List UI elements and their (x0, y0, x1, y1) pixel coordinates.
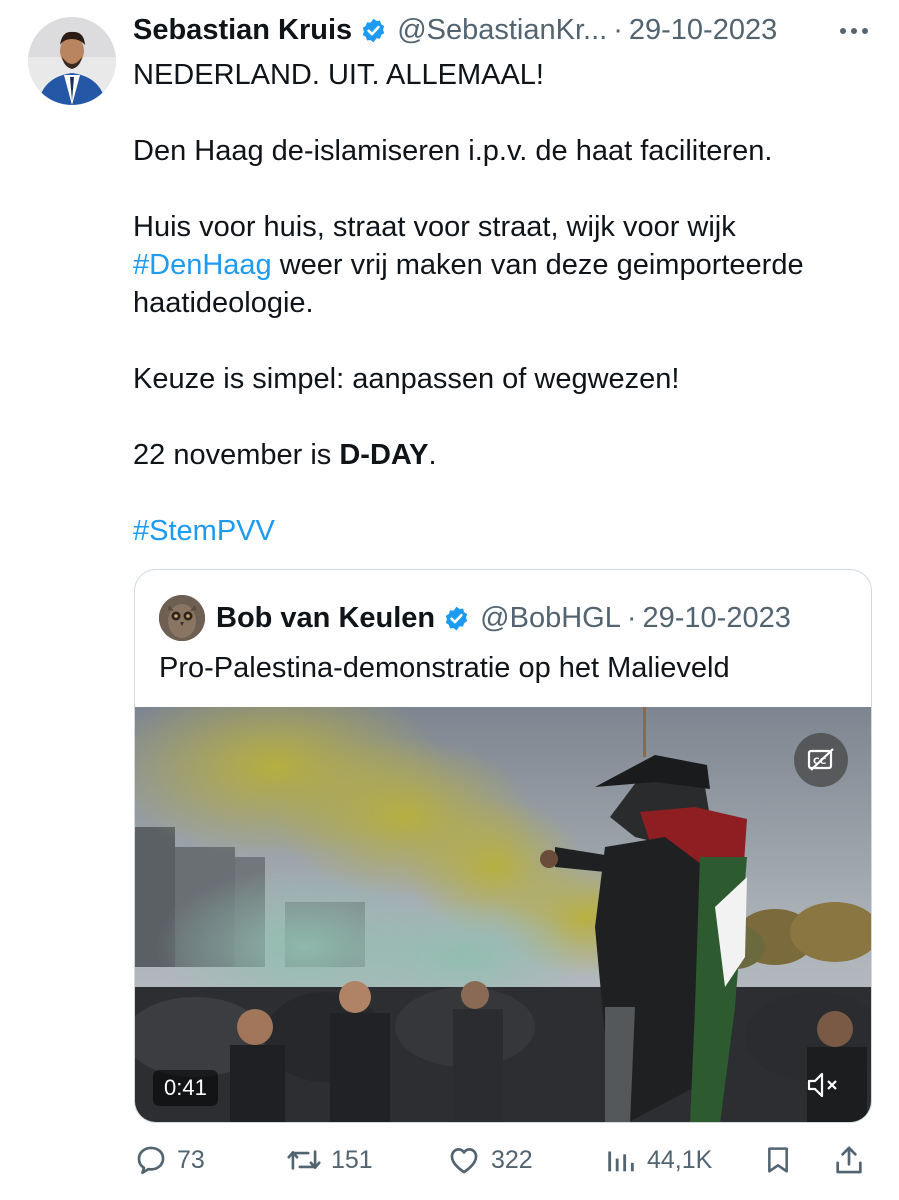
bookmark-icon (768, 1147, 788, 1173)
reply-icon (137, 1146, 165, 1175)
speaker-muted-icon (807, 1072, 837, 1098)
share-icon (836, 1146, 862, 1174)
text-line: 22 november is D-DAY. (133, 436, 873, 474)
quoted-author-name[interactable]: Bob van Keulen (216, 602, 435, 635)
author-avatar[interactable] (28, 17, 116, 105)
text-fragment: weer vrij maken van deze geimporteerde (279, 249, 804, 281)
bookmark-button[interactable] (762, 1138, 794, 1182)
text-fragment: 22 november is (133, 439, 332, 471)
text-line: #StemPVV (133, 512, 873, 550)
quoted-tweet-card[interactable]: Bob van Keulen @BobHGL · 29-10-2023 Pro-… (134, 569, 872, 1123)
like-button[interactable]: 322 (446, 1138, 533, 1182)
text-fragment: . (428, 439, 437, 471)
tweet-date[interactable]: 29-10-2023 (629, 14, 777, 47)
view-count: 44,1K (647, 1145, 713, 1174)
text-line: NEDERLAND. UIT. ALLEMAAL! (133, 59, 544, 91)
captions-button[interactable]: CC (794, 733, 848, 787)
reply-count: 73 (177, 1145, 205, 1174)
share-button[interactable] (832, 1138, 866, 1182)
separator-dot: · (613, 13, 623, 46)
reply-button[interactable]: 73 (134, 1138, 205, 1182)
repost-button[interactable]: 151 (286, 1138, 373, 1182)
author-name[interactable]: Sebastian Kruis (133, 14, 352, 47)
views-button[interactable]: 44,1K (604, 1138, 712, 1182)
closed-captions-off-icon: CC (807, 748, 834, 771)
mute-button[interactable] (803, 1067, 843, 1103)
action-bar: 73 151 322 44,1K (134, 1138, 874, 1182)
repost-count: 151 (331, 1145, 373, 1174)
text-line: haatideologie. (133, 287, 314, 319)
tweet-header: Sebastian Kruis @SebastianKr... · 29-10-… (133, 10, 873, 50)
bold-text: D-DAY (339, 439, 429, 471)
text-line: Keuze is simpel: aanpassen of wegwezen! (133, 363, 680, 395)
verified-badge-icon (363, 18, 385, 42)
like-icon (450, 1148, 478, 1174)
video-frame (135, 707, 871, 1122)
author-handle[interactable]: @SebastianKr... (397, 14, 607, 47)
text-line: Huis voor huis, straat voor straat, wijk… (133, 211, 736, 243)
more-options-icon[interactable] (836, 16, 872, 46)
text-line: #DenHaag weer vrij maken van deze geimpo… (133, 246, 873, 284)
quoted-tweet-header: Bob van Keulen @BobHGL · 29-10-2023 (159, 594, 791, 642)
quoted-tweet-date[interactable]: 29-10-2023 (643, 602, 791, 635)
repost-icon (287, 1150, 321, 1170)
video-player[interactable]: CC 0:41 (135, 707, 871, 1122)
video-duration: 0:41 (153, 1070, 218, 1106)
tweet-text: NEDERLAND. UIT. ALLEMAAL! Den Haag de-is… (133, 56, 873, 550)
hashtag-denhaag[interactable]: #DenHaag (133, 249, 272, 281)
quoted-author-avatar[interactable] (159, 595, 205, 641)
verified-badge-icon (445, 606, 468, 630)
views-icon (608, 1151, 634, 1172)
text-line: Den Haag de-islamiseren i.p.v. de haat f… (133, 135, 773, 167)
quoted-tweet-text: Pro-Palestina-demonstratie op het Maliev… (159, 652, 730, 684)
like-count: 322 (491, 1145, 533, 1174)
hashtag-stempvv[interactable]: #StemPVV (133, 515, 275, 547)
separator-dot: · (626, 601, 637, 634)
quoted-author-handle[interactable]: @BobHGL (480, 602, 621, 635)
